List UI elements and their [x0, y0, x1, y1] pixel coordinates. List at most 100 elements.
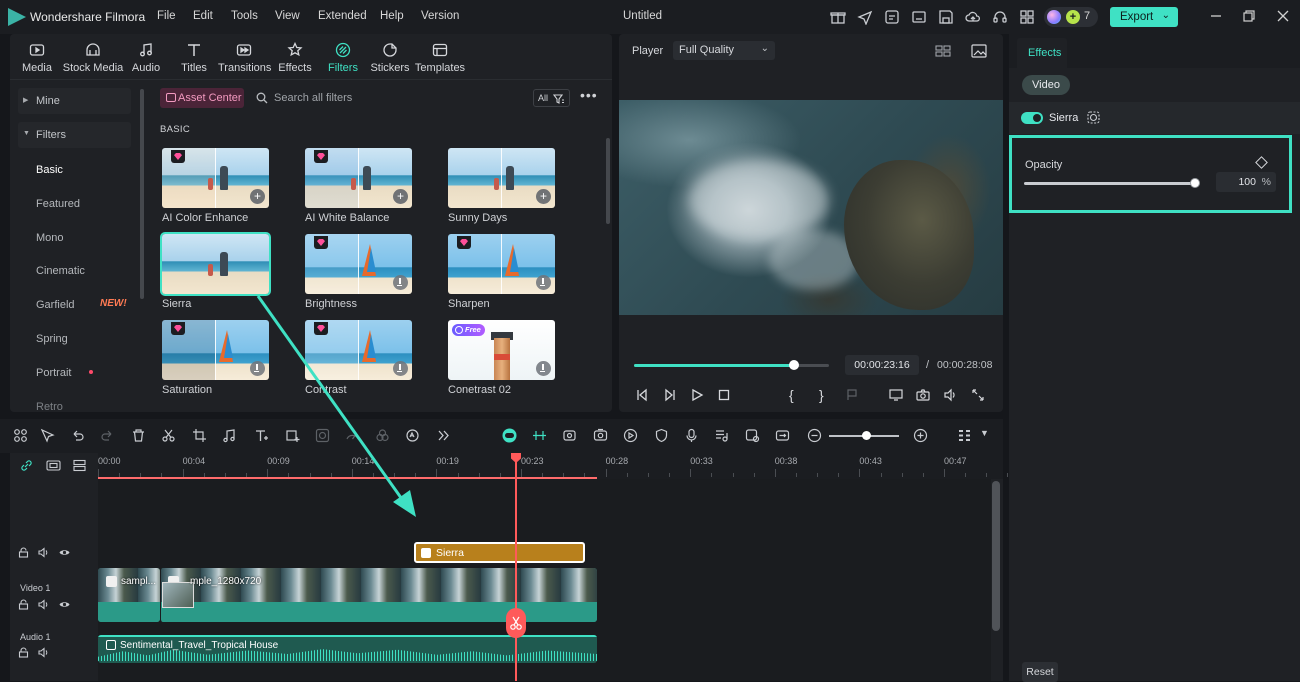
lock-icon[interactable]	[18, 647, 29, 658]
filter-card-sharpen[interactable]	[448, 234, 555, 294]
opacity-slider-knob[interactable]	[1190, 178, 1200, 188]
zoom-slider-knob[interactable]	[862, 431, 871, 440]
track-layout-icon[interactable]	[957, 428, 972, 443]
split-scissor-icon[interactable]	[506, 608, 526, 638]
quality-dropdown[interactable]: Full Quality ⌄	[673, 41, 775, 60]
filter-card-brightness[interactable]	[305, 234, 412, 294]
filter-card-ai-color-enhance[interactable]: +	[162, 148, 269, 208]
sidebar-item-basic[interactable]: Basic	[36, 164, 63, 176]
zoom-slider[interactable]	[829, 431, 899, 440]
sidebar-item-mono[interactable]: Mono	[36, 232, 64, 244]
tab-transitions[interactable]: Transitions	[218, 34, 271, 80]
chevron-down-icon[interactable]: ▼	[980, 428, 995, 443]
video-clip-1[interactable]: sampl...	[98, 568, 160, 622]
volume-icon[interactable]	[38, 599, 49, 610]
mask-icon[interactable]	[1087, 111, 1100, 124]
opacity-value-input[interactable]: 100 %	[1216, 172, 1276, 192]
sidebar-scrollbar[interactable]	[140, 89, 144, 299]
color-match-icon[interactable]	[315, 428, 330, 443]
progress-knob[interactable]	[788, 360, 799, 370]
more-tools-icon[interactable]	[436, 428, 451, 443]
eye-icon[interactable]	[59, 547, 70, 558]
download-icon[interactable]	[536, 361, 551, 376]
cut-icon[interactable]	[161, 428, 176, 443]
redo-icon[interactable]	[100, 428, 115, 443]
filter-grid-scrollbar[interactable]	[606, 138, 610, 224]
link-icon[interactable]	[20, 459, 33, 472]
mark-in-icon[interactable]: {	[789, 388, 803, 402]
crop-icon[interactable]	[192, 428, 207, 443]
tab-media[interactable]: Media	[16, 34, 58, 80]
filter-card-conetrast-02[interactable]: Free	[448, 320, 555, 380]
stop-icon[interactable]	[717, 388, 731, 402]
filter-card-ai-white-balance[interactable]: +	[305, 148, 412, 208]
save-icon[interactable]	[938, 9, 954, 25]
keyframe-diamond-icon[interactable]	[1255, 156, 1268, 169]
eye-icon[interactable]	[59, 599, 70, 610]
gift-icon[interactable]	[830, 9, 846, 25]
download-icon[interactable]	[536, 275, 551, 290]
menu-extended[interactable]: Extended	[318, 10, 367, 22]
mark-out-icon[interactable]: }	[819, 388, 833, 402]
play-icon[interactable]	[690, 388, 704, 402]
effect-toggle[interactable]	[1021, 112, 1043, 124]
video-pill[interactable]: Video	[1022, 75, 1070, 95]
audio-mixer-icon[interactable]	[714, 428, 729, 443]
sidebar-item-garfield[interactable]: Garfield NEW!	[36, 298, 146, 311]
volume-icon[interactable]	[38, 647, 49, 658]
zoom-out-icon[interactable]	[807, 428, 822, 443]
menu-help[interactable]: Help	[380, 10, 404, 22]
reset-button[interactable]: Reset	[1022, 662, 1058, 682]
asset-center-button[interactable]: Asset Center	[160, 88, 244, 108]
playhead[interactable]	[515, 453, 517, 681]
ai-copilot-icon[interactable]	[745, 428, 760, 443]
video-preview[interactable]	[619, 100, 1003, 315]
screen-icon[interactable]	[911, 9, 927, 25]
download-icon[interactable]	[250, 361, 265, 376]
more-options-icon[interactable]: •••	[580, 88, 597, 104]
volume-icon[interactable]	[943, 388, 957, 402]
effect-clip-sierra[interactable]: Sierra	[414, 542, 585, 563]
chevron-down-icon[interactable]: ⌄	[1162, 10, 1170, 21]
text-tool-icon[interactable]	[254, 428, 269, 443]
sidebar-item-retro[interactable]: Retro	[36, 401, 63, 412]
shield-icon[interactable]	[654, 428, 669, 443]
color-icon[interactable]	[375, 428, 390, 443]
lock-icon[interactable]	[18, 547, 29, 558]
menu-file[interactable]: File	[157, 10, 176, 22]
delete-icon[interactable]	[131, 428, 146, 443]
sidebar-item-portrait[interactable]: Portrait	[36, 367, 116, 379]
screen-recorder-icon[interactable]	[593, 428, 608, 443]
add-icon[interactable]: +	[393, 189, 408, 204]
sidebar-item-featured[interactable]: Featured	[36, 198, 80, 210]
snapshot-view-icon[interactable]	[971, 44, 987, 58]
add-icon[interactable]: +	[536, 189, 551, 204]
time-ruler[interactable]: 00:00 00:04 00:09 00:14 00:19 00:23 00:28 00:33…	[98, 453, 1009, 479]
tab-stickers[interactable]: Stickers	[370, 34, 410, 80]
export-button[interactable]: Export ⌄	[1110, 7, 1178, 27]
filter-card-sunny-days[interactable]: +	[448, 148, 555, 208]
opacity-slider[interactable]	[1024, 178, 1200, 188]
menu-edit[interactable]: Edit	[193, 10, 213, 22]
search-input[interactable]	[274, 90, 494, 106]
send-icon[interactable]	[857, 9, 873, 25]
select-tool-icon[interactable]	[40, 428, 55, 443]
tab-audio[interactable]: Audio	[128, 34, 164, 80]
auto-ripple-icon[interactable]	[502, 428, 517, 443]
tab-effects[interactable]: Effects	[276, 34, 314, 80]
download-icon[interactable]	[393, 361, 408, 376]
shape-icon[interactable]	[285, 428, 300, 443]
close-icon[interactable]	[1276, 9, 1290, 23]
apps-icon[interactable]	[1019, 9, 1035, 25]
filter-card-saturation[interactable]	[162, 320, 269, 380]
credits-badge[interactable]: + 7	[1044, 7, 1098, 27]
microphone-icon[interactable]	[684, 428, 699, 443]
video-clip-2[interactable]: mple_1280x720	[160, 568, 597, 622]
snap-icon[interactable]	[532, 428, 547, 443]
render-preview-icon[interactable]	[623, 428, 638, 443]
sidebar-item-spring[interactable]: Spring	[36, 333, 68, 345]
zoom-in-icon[interactable]	[913, 428, 928, 443]
expand-icon[interactable]	[971, 388, 985, 402]
sidebar-group-filters[interactable]: ▼ Filters	[18, 122, 131, 148]
filter-card-sierra[interactable]	[160, 232, 271, 296]
